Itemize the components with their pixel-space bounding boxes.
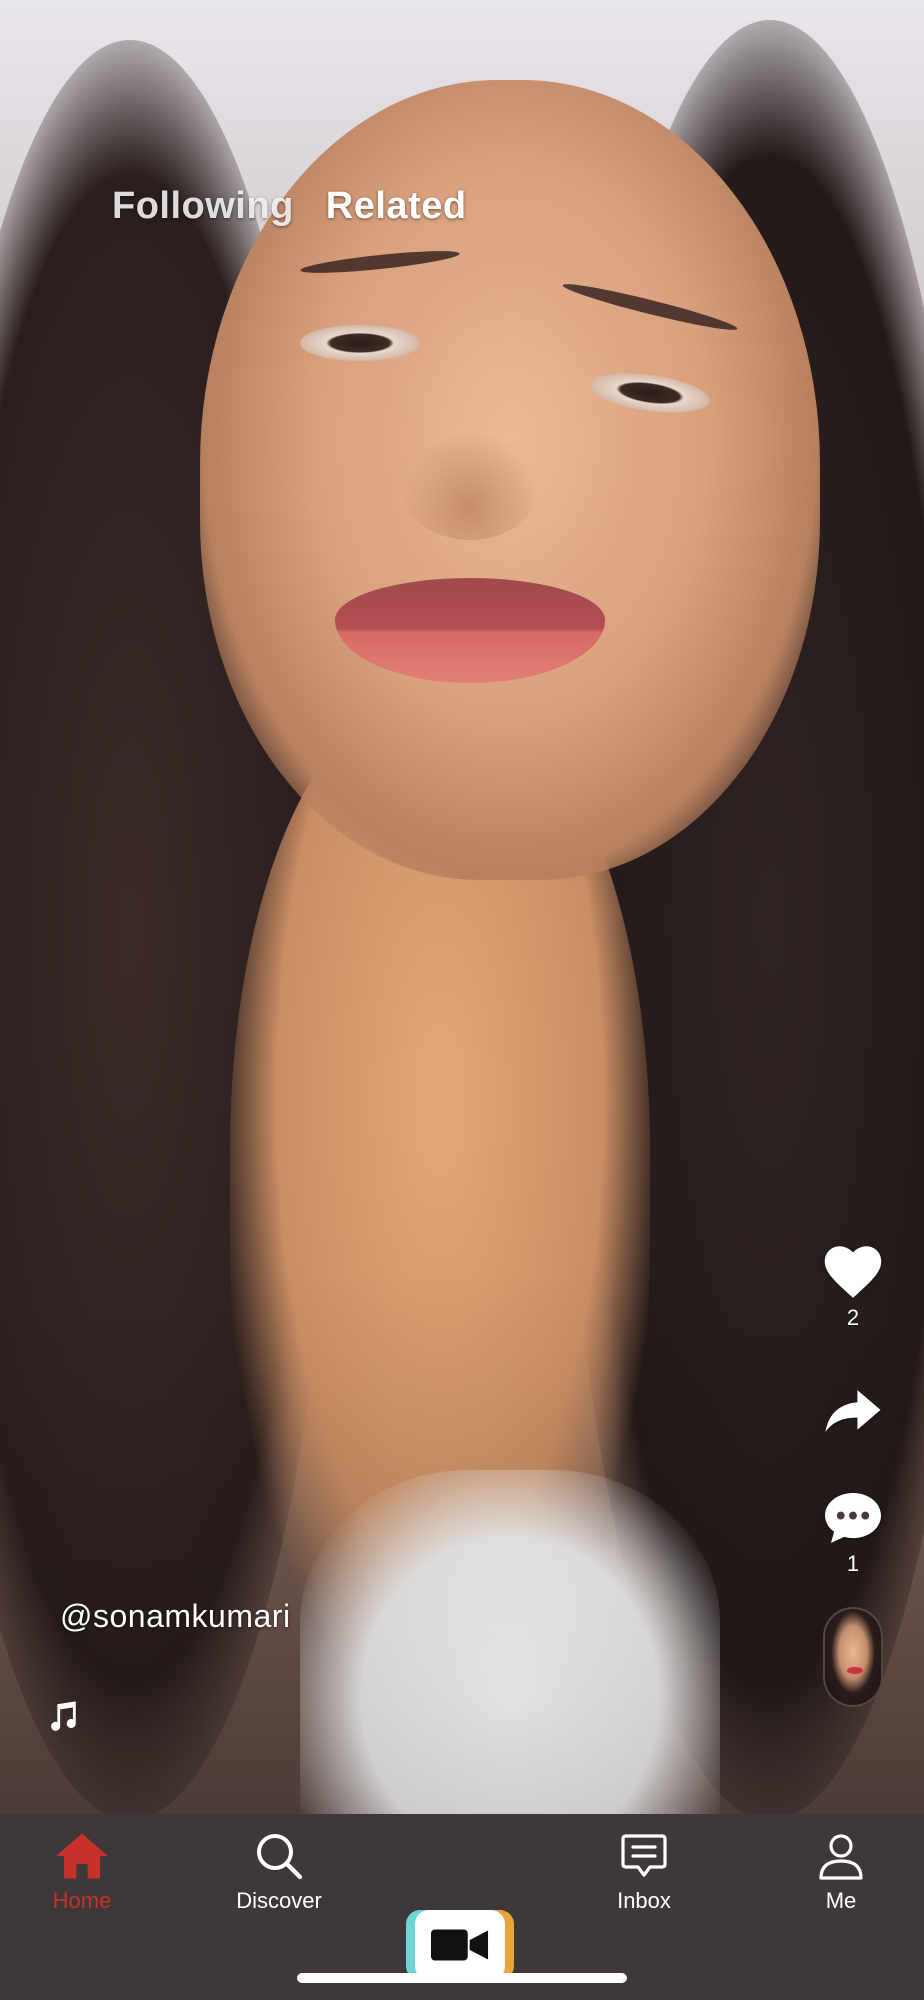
creator-username[interactable]: @sonamkumari	[60, 1598, 291, 1635]
nav-me[interactable]: Me	[761, 1832, 921, 1914]
share-arrow-icon	[825, 1390, 881, 1432]
nav-discover[interactable]: Discover	[199, 1832, 359, 1914]
tab-following[interactable]: Following	[112, 185, 294, 228]
nav-home-label: Home	[52, 1888, 112, 1913]
nav-inbox[interactable]: Inbox	[564, 1832, 724, 1914]
feed-tabs: Following Related	[112, 185, 467, 228]
like-count: 2	[846, 1305, 860, 1330]
comment-button[interactable]: 1	[823, 1491, 883, 1577]
avatar-lip	[847, 1667, 863, 1674]
nav-home[interactable]: Home	[2, 1832, 162, 1914]
share-button[interactable]	[823, 1389, 883, 1433]
home-icon	[56, 1833, 108, 1879]
nav-inbox-label: Inbox	[617, 1888, 671, 1913]
message-icon	[621, 1834, 667, 1877]
search-icon	[257, 1834, 303, 1880]
tab-related[interactable]: Related	[326, 185, 467, 228]
nav-me-label: Me	[825, 1888, 857, 1913]
like-button[interactable]: 2	[823, 1245, 883, 1331]
record-button-face	[415, 1910, 505, 1980]
comment-bubble-icon	[825, 1492, 881, 1544]
music-note-icon[interactable]	[46, 1700, 80, 1734]
video-camera-icon	[431, 1929, 489, 1961]
nav-discover-label: Discover	[236, 1888, 322, 1913]
heart-icon	[824, 1246, 882, 1298]
video-shade-overlay	[0, 0, 924, 1814]
comment-count: 1	[846, 1551, 860, 1576]
home-indicator	[297, 1973, 627, 1983]
user-icon	[819, 1834, 863, 1880]
creator-avatar[interactable]	[823, 1607, 883, 1707]
record-button[interactable]	[406, 1910, 514, 1980]
video-player[interactable]	[0, 0, 924, 1814]
action-column: 2 1	[798, 1245, 908, 1707]
